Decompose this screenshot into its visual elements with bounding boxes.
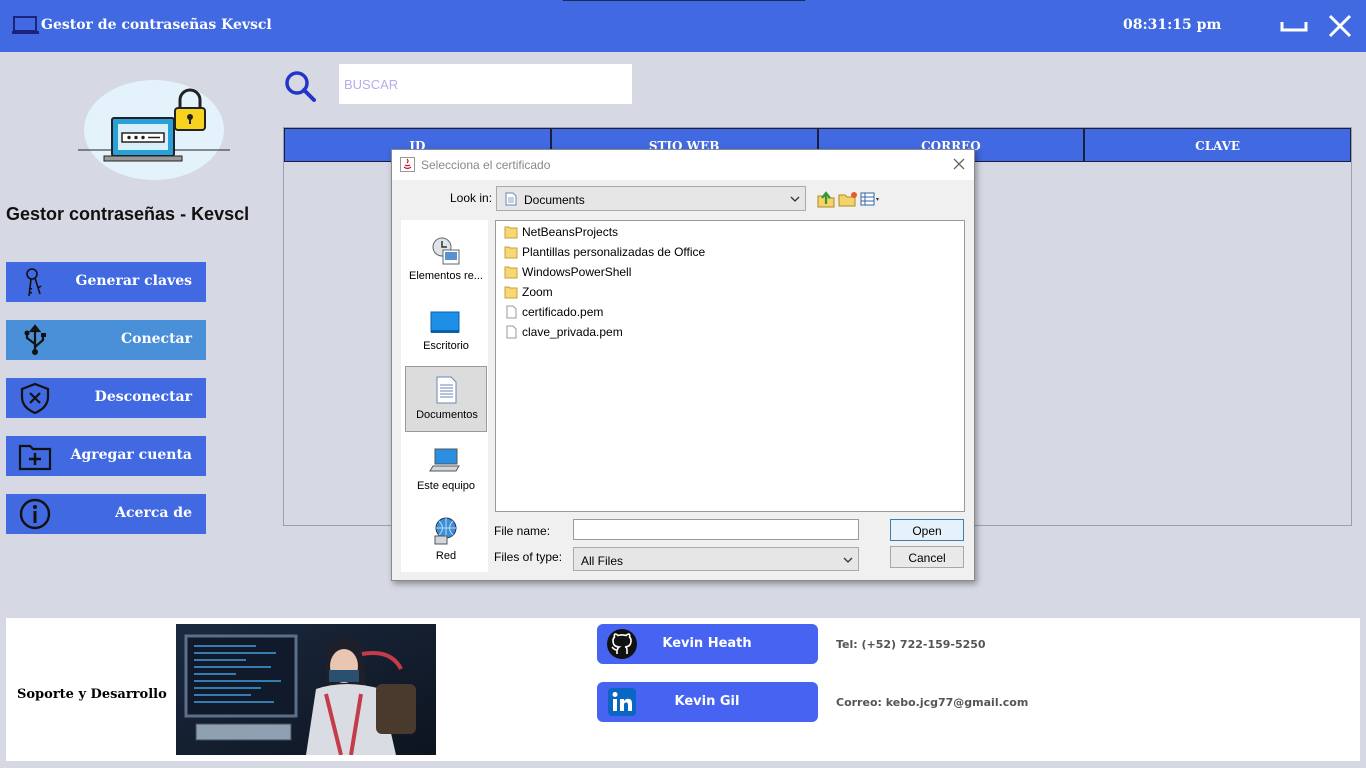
file-list: NetBeansProjects Plantillas personalizad… <box>495 220 965 512</box>
laptop-icon <box>12 16 39 34</box>
document-icon <box>505 192 517 206</box>
desktop-icon <box>430 311 460 333</box>
app-title: Gestor de contraseñas Kevscl <box>41 17 272 33</box>
java-icon <box>400 157 415 172</box>
place-documents-label: Documentos <box>416 409 478 421</box>
linkedin-name: Kevin Gil <box>674 694 740 709</box>
dialog-title-bar: Selecciona el certificado <box>392 150 974 180</box>
connect-label: Conectar <box>120 331 192 347</box>
github-name: Kevin Heath <box>662 636 752 651</box>
about-button[interactable]: Acerca de <box>6 494 206 534</box>
file-name: certificado.pem <box>522 305 604 319</box>
file-name: Plantillas personalizadas de Office <box>522 245 706 259</box>
file-name: NetBeansProjects <box>522 225 619 239</box>
folder-plus-icon <box>18 444 52 471</box>
close-button[interactable] <box>1326 12 1354 40</box>
email-text: Correo: kebo.jcg77@gmail.com <box>836 696 1029 709</box>
network-icon <box>434 517 457 545</box>
disconnect-button[interactable]: Desconectar <box>6 378 206 418</box>
place-documents[interactable]: Documentos <box>405 366 487 432</box>
view-menu-icon[interactable] <box>860 190 882 208</box>
folder-icon <box>504 286 518 299</box>
phone-text: Tel: (+52) 722-159-5250 <box>836 638 986 651</box>
usb-icon <box>24 324 46 355</box>
chevron-down-icon <box>843 557 853 563</box>
place-recent[interactable]: Elementos re... <box>405 228 487 294</box>
file-icon <box>506 305 517 319</box>
brand-title: Gestor contraseñas - Kevscl <box>6 204 250 224</box>
connect-button[interactable]: Conectar <box>6 320 206 360</box>
places-bar: Elementos re... Escritorio Documentos Es… <box>401 220 488 572</box>
add-account-label: Agregar cuenta <box>70 447 192 463</box>
place-desktop[interactable]: Escritorio <box>405 298 487 364</box>
files-of-type-label: Files of type: <box>494 550 563 564</box>
place-network-label: Red <box>435 550 457 562</box>
developer-illustration <box>176 624 436 755</box>
folder-icon <box>504 246 518 259</box>
file-name-input[interactable] <box>573 519 859 540</box>
chevron-down-icon <box>790 196 800 202</box>
dialog-close-icon[interactable] <box>952 157 966 171</box>
file-chooser-dialog: Selecciona el certificado Look in: Docum… <box>391 149 975 581</box>
files-of-type-value: All Files <box>581 554 624 568</box>
footer: Soporte y Desarrollo Kevin Heath Kevin G… <box>6 618 1360 761</box>
place-desktop-label: Escritorio <box>423 340 469 352</box>
folder-icon <box>504 266 518 279</box>
place-this-pc-label: Este equipo <box>416 480 476 492</box>
place-this-pc[interactable]: Este equipo <box>405 438 487 504</box>
up-folder-icon[interactable] <box>816 190 836 208</box>
linkedin-button[interactable]: Kevin Gil <box>597 682 818 722</box>
file-name: WindowsPowerShell <box>522 265 632 279</box>
app-logo <box>78 80 230 180</box>
look-in-label: Look in: <box>450 191 493 205</box>
files-of-type-select[interactable]: All Files <box>573 547 859 571</box>
search-input[interactable] <box>339 64 632 104</box>
title-bar: Gestor de contraseñas Kevscl 08:31:15 pm <box>0 0 1366 52</box>
column-header-password[interactable]: CLAVE <box>1084 128 1351 162</box>
minimize-button[interactable] <box>1280 18 1308 34</box>
recent-items-icon <box>432 237 460 265</box>
look-in-select[interactable]: Documents <box>496 186 806 211</box>
github-button[interactable]: Kevin Heath <box>597 624 818 664</box>
add-account-button[interactable]: Agregar cuenta <box>6 436 206 476</box>
cancel-button[interactable]: Cancel <box>890 546 964 568</box>
folder-icon <box>504 226 518 239</box>
file-name: clave_privada.pem <box>522 325 623 339</box>
file-name: Zoom <box>522 285 553 299</box>
generate-keys-label: Generar claves <box>75 273 192 289</box>
disconnect-label: Desconectar <box>94 389 192 405</box>
look-in-value: Documents <box>524 193 585 207</box>
clock: 08:31:15 pm <box>1123 17 1222 33</box>
info-icon <box>19 498 51 530</box>
support-label: Soporte y Desarrollo <box>17 687 167 702</box>
key-icon <box>26 268 42 297</box>
generate-keys-button[interactable]: Generar claves <box>6 262 206 302</box>
github-icon <box>607 629 637 659</box>
title-bar-divider <box>563 0 805 1</box>
dialog-title: Selecciona el certificado <box>421 158 551 172</box>
search-icon[interactable] <box>284 70 318 104</box>
open-button[interactable]: Open <box>890 519 964 541</box>
about-label: Acerca de <box>115 505 192 521</box>
computer-icon <box>429 448 460 472</box>
shield-x-icon <box>20 382 50 414</box>
place-network[interactable]: Red <box>405 508 487 574</box>
new-folder-icon[interactable] <box>838 190 858 208</box>
file-icon <box>506 325 517 339</box>
documents-icon <box>436 376 457 404</box>
place-recent-label: Elementos re... <box>409 270 483 282</box>
linkedin-icon <box>608 688 636 716</box>
file-name-label: File name: <box>494 524 551 538</box>
